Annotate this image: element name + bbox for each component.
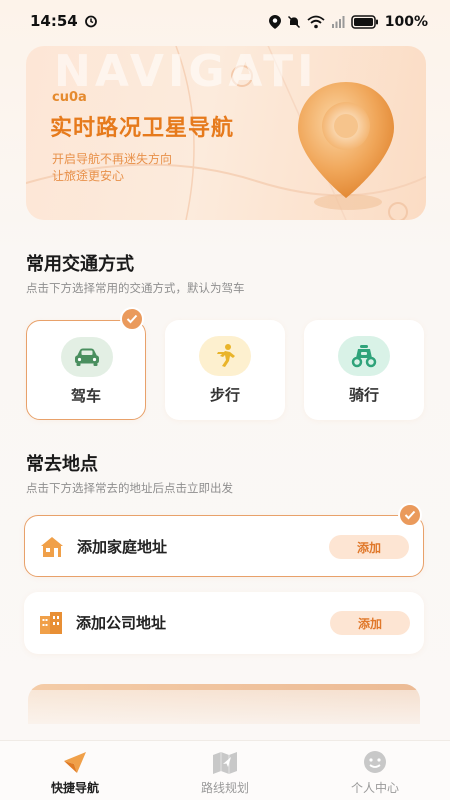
location-pin-illustration-icon [298, 82, 394, 210]
office-address-row[interactable]: 添加公司地址 添加 [24, 592, 424, 654]
office-address-label: 添加公司地址 [76, 614, 167, 632]
tab-label: 路线规划 [200, 781, 249, 795]
banner-subtitle-1: 开启导航不再迷失方向 [52, 152, 173, 166]
transport-option-ride[interactable]: 骑行 [304, 320, 424, 420]
map-route-icon [213, 752, 237, 774]
tab-label: 个人中心 [350, 781, 399, 795]
smiley-user-icon [364, 751, 386, 773]
places-section-description: 点击下方选择常去的地址后点击立即出发 [26, 481, 233, 495]
tab-label: 快捷导航 [50, 781, 99, 795]
bottom-tab-bar: 快捷导航 路线规划 个人中心 [0, 740, 450, 800]
hero-banner[interactable]: NAVIGATI cu0a 实时路况卫星导航 开启导航不再迷失方向 让旅途更安心 [26, 46, 426, 220]
banner-tag: cu0a [52, 90, 87, 105]
banner-subtitle-2: 让旅途更安心 [52, 169, 125, 183]
navigation-arrow-icon [64, 752, 86, 773]
home-icon [41, 537, 63, 557]
transport-option-label: 驾车 [70, 387, 101, 405]
scooter-icon [338, 336, 390, 376]
add-home-address-button[interactable]: 添加 [329, 535, 409, 559]
add-office-address-button[interactable]: 添加 [330, 611, 410, 635]
location-icon [268, 15, 281, 29]
transport-option-car[interactable]: 驾车 [26, 320, 146, 420]
mute-bell-icon [287, 15, 300, 29]
banner-watermark: NAVIGATI [54, 46, 318, 97]
alarm-icon [85, 15, 97, 28]
home-address-label: 添加家庭地址 [77, 538, 168, 556]
status-time: 14:54 [30, 12, 78, 30]
status-icons: 100% [268, 12, 428, 32]
tab-profile[interactable]: 个人中心 [300, 741, 450, 800]
bottom-fade [0, 690, 450, 740]
transport-section-title: 常用交通方式 [26, 254, 134, 275]
selected-check-icon [120, 307, 144, 331]
tab-route-planning[interactable]: 路线规划 [150, 741, 300, 800]
transport-option-label: 骑行 [348, 386, 379, 404]
transport-option-walk[interactable]: 步行 [165, 320, 285, 420]
home-address-row[interactable]: 添加家庭地址 添加 [24, 515, 424, 577]
banner-title: 实时路况卫星导航 [50, 116, 235, 141]
transport-option-label: 步行 [209, 386, 240, 404]
signal-icon [331, 16, 345, 28]
car-icon [61, 337, 113, 377]
places-section-title: 常去地点 [26, 454, 98, 475]
battery-icon [350, 15, 378, 29]
selected-check-icon [398, 503, 422, 527]
status-bar: 14:54 100% [0, 0, 450, 44]
wifi-icon [307, 15, 325, 29]
transport-section-description: 点击下方选择常用的交通方式，默认为驾车 [26, 281, 245, 295]
tab-quick-navigation[interactable]: 快捷导航 [0, 741, 150, 800]
battery-percent: 100% [384, 14, 428, 30]
walking-icon [199, 336, 251, 376]
office-building-icon [40, 612, 62, 634]
